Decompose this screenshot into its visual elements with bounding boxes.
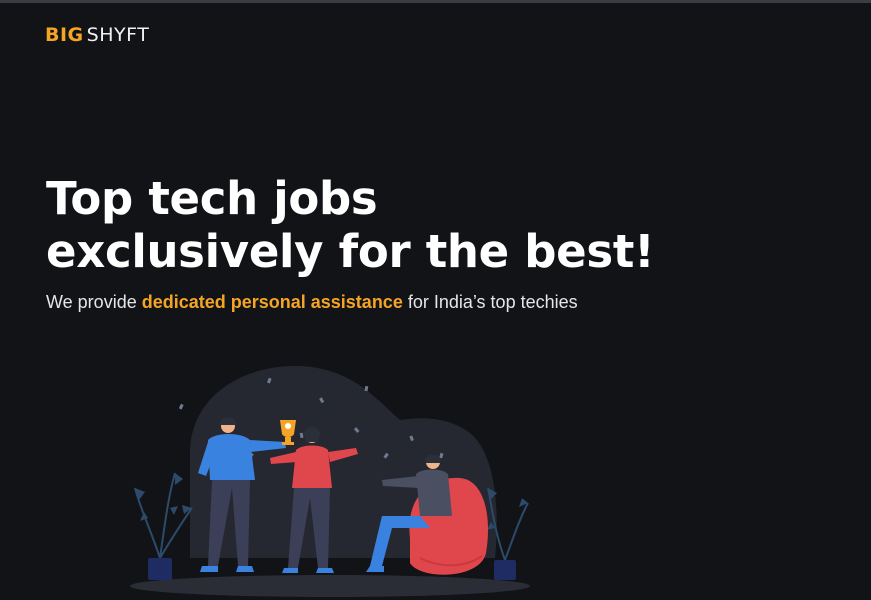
- hero-headline-line1: Top tech jobs: [46, 172, 378, 225]
- hero-subtitle: We provide dedicated personal assistance…: [46, 292, 578, 313]
- subtitle-prefix: We provide: [46, 292, 142, 312]
- hero-headline-line2: exclusively for the best!: [46, 225, 655, 278]
- team-celebration-illustration: [130, 366, 530, 597]
- floor-shadow: [130, 575, 530, 597]
- left-plant: [134, 472, 193, 580]
- bigshyft-logo[interactable]: BIG SHYFT: [45, 24, 149, 46]
- logo-big-text: BIG: [45, 24, 84, 46]
- hero-headline: Top tech jobs exclusively for the best!: [46, 172, 655, 278]
- logo-shyft-text: SHYFT: [86, 24, 150, 46]
- browser-top-border: [0, 0, 871, 3]
- subtitle-suffix: for India’s top techies: [402, 292, 578, 312]
- subtitle-highlight: dedicated personal assistance: [141, 292, 403, 312]
